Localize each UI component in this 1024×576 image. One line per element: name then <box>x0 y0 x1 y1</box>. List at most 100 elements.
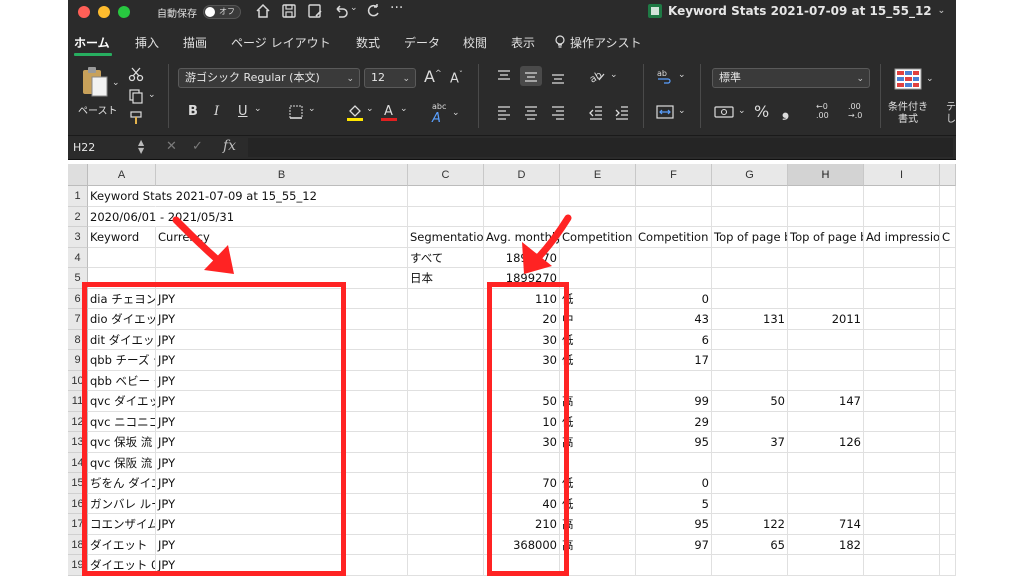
phonetic-guide-button[interactable]: abc A <box>432 102 446 126</box>
column-header-i[interactable]: I <box>864 164 940 186</box>
insert-function-button[interactable]: fx <box>223 138 236 154</box>
tab-review[interactable]: 校閲 <box>463 34 487 51</box>
cell[interactable] <box>408 186 484 207</box>
cell[interactable] <box>712 370 788 391</box>
cell[interactable]: Keyword Stats 2021-07-09 at 15_55_12 <box>88 186 317 207</box>
row-header[interactable]: 1 <box>68 186 88 207</box>
align-bottom-icon[interactable] <box>550 68 566 84</box>
cell[interactable] <box>940 247 956 268</box>
tab-data[interactable]: データ <box>404 34 440 51</box>
cell[interactable] <box>864 247 940 268</box>
cell[interactable]: 131 <box>712 309 788 330</box>
cell[interactable]: Competition ( <box>636 227 712 248</box>
row-header[interactable]: 4 <box>68 247 88 268</box>
cell[interactable] <box>484 186 560 207</box>
cell[interactable] <box>408 555 484 576</box>
cell[interactable] <box>940 370 956 391</box>
cell[interactable]: 95 <box>636 432 712 453</box>
column-header-f[interactable]: F <box>636 164 712 186</box>
cell[interactable] <box>864 186 940 207</box>
tab-draw[interactable]: 描画 <box>183 34 207 51</box>
cell[interactable] <box>788 452 864 473</box>
undo-dropdown-icon[interactable]: ⌄ <box>350 3 358 23</box>
cell[interactable] <box>788 186 864 207</box>
cell[interactable]: 0 <box>636 473 712 494</box>
column-header-h[interactable]: H <box>788 164 864 186</box>
conditional-formatting-icon[interactable] <box>894 68 922 90</box>
format-painter-icon[interactable] <box>128 110 144 126</box>
cell[interactable] <box>712 288 788 309</box>
increase-indent-icon[interactable] <box>614 104 630 120</box>
cell[interactable] <box>408 350 484 371</box>
cell[interactable] <box>788 247 864 268</box>
cell[interactable] <box>940 350 956 371</box>
cell[interactable]: Segmentatio <box>408 227 484 248</box>
column-header-c[interactable]: C <box>408 164 484 186</box>
number-format-dropdown[interactable]: 標準 ⌄ <box>712 68 870 88</box>
shrink-font-button[interactable]: Aˇ <box>450 70 463 86</box>
maximize-window-button[interactable] <box>118 6 130 18</box>
cell[interactable]: 2020/06/01 - 2021/05/31 <box>88 207 234 227</box>
cell[interactable]: 17 <box>636 350 712 371</box>
cell[interactable]: すべて <box>408 247 484 268</box>
cell[interactable] <box>864 473 940 494</box>
cell[interactable] <box>712 247 788 268</box>
cell[interactable]: C <box>940 227 956 248</box>
tab-view[interactable]: 表示 <box>511 34 535 51</box>
formula-input[interactable] <box>248 138 953 157</box>
wrap-text-icon[interactable]: ab <box>656 68 674 84</box>
borders-icon[interactable] <box>288 104 304 120</box>
cell[interactable]: 126 <box>788 432 864 453</box>
cell[interactable] <box>712 411 788 432</box>
cell[interactable] <box>636 247 712 268</box>
title-dropdown-icon[interactable]: ⌄ <box>938 6 946 16</box>
tab-formulas[interactable]: 数式 <box>356 34 380 51</box>
paste-icon[interactable] <box>80 66 110 98</box>
cell[interactable] <box>636 452 712 473</box>
italic-button[interactable]: I <box>214 104 219 119</box>
cell[interactable] <box>788 288 864 309</box>
cell[interactable] <box>940 452 956 473</box>
cell[interactable] <box>408 411 484 432</box>
cell[interactable]: Top of page b <box>712 227 788 248</box>
cell[interactable]: Ad impressio <box>864 227 940 248</box>
cell[interactable] <box>864 206 940 227</box>
cell[interactable] <box>864 350 940 371</box>
cell[interactable]: 低 <box>560 329 636 350</box>
font-color-icon[interactable]: A <box>380 102 398 122</box>
cell[interactable] <box>864 268 940 289</box>
cell[interactable]: 5 <box>636 493 712 514</box>
cell[interactable] <box>712 186 788 207</box>
cell[interactable] <box>636 186 712 207</box>
cell[interactable] <box>712 473 788 494</box>
cell[interactable]: 高 <box>560 534 636 555</box>
cell[interactable] <box>940 391 956 412</box>
cell[interactable]: 37 <box>712 432 788 453</box>
currency-dropdown-icon[interactable]: ⌄ <box>738 106 746 116</box>
cell[interactable] <box>864 309 940 330</box>
cell[interactable]: 低 <box>560 288 636 309</box>
cell[interactable] <box>408 534 484 555</box>
decrease-indent-icon[interactable] <box>588 104 604 120</box>
cell[interactable]: 低 <box>560 493 636 514</box>
cancel-entry-icon[interactable]: ✕ <box>166 139 177 154</box>
cell[interactable] <box>408 391 484 412</box>
cell[interactable] <box>940 493 956 514</box>
conditional-formatting-dropdown-icon[interactable]: ⌄ <box>926 74 934 84</box>
cell[interactable] <box>788 350 864 371</box>
row-header[interactable]: 2 <box>68 206 88 227</box>
cell[interactable]: 高 <box>560 391 636 412</box>
cell[interactable]: 97 <box>636 534 712 555</box>
cell[interactable] <box>940 473 956 494</box>
cell[interactable] <box>788 329 864 350</box>
cell[interactable] <box>408 288 484 309</box>
cell[interactable] <box>940 329 956 350</box>
save-as-icon[interactable] <box>306 2 324 22</box>
cell[interactable] <box>864 288 940 309</box>
cell[interactable] <box>940 268 956 289</box>
cell[interactable]: 43 <box>636 309 712 330</box>
save-icon[interactable] <box>280 2 298 22</box>
cell[interactable]: Top of page b <box>788 227 864 248</box>
merge-cells-dropdown-icon[interactable]: ⌄ <box>678 106 686 116</box>
align-center-icon[interactable] <box>523 104 539 120</box>
